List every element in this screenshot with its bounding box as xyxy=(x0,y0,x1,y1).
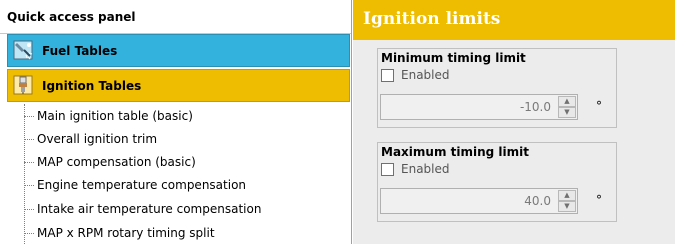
tree-item-engine-temp-compensation[interactable]: Engine temperature compensation xyxy=(24,174,344,196)
tree-connector xyxy=(24,185,34,186)
spin-up-button[interactable]: ▲ xyxy=(558,96,576,107)
tree-item-map-rpm-rotary-timing-split[interactable]: MAP x RPM rotary timing split xyxy=(24,222,344,244)
spinbox-buttons: ▲ ▼ xyxy=(558,96,576,118)
tree-item-map-compensation[interactable]: MAP compensation (basic) xyxy=(24,151,344,173)
tree-connector xyxy=(24,139,34,140)
fuel-injector-icon xyxy=(12,39,34,61)
category-label: Ignition Tables xyxy=(42,79,142,93)
spin-down-button[interactable]: ▼ xyxy=(558,107,576,118)
minimum-timing-spinbox[interactable]: -10.0 ▲ ▼ xyxy=(380,94,578,120)
spin-down-button[interactable]: ▼ xyxy=(558,201,576,212)
degree-unit-label: ° xyxy=(596,193,602,207)
tree-item-label: Intake air temperature compensation xyxy=(37,202,262,216)
group-title: Maximum timing limit xyxy=(381,145,529,159)
spinbox-buttons: ▲ ▼ xyxy=(558,190,576,212)
tree-item-label: Engine temperature compensation xyxy=(37,178,247,192)
tree-item-label: MAP x RPM rotary timing split xyxy=(37,226,215,240)
quick-access-panel: Quick access panel Fuel Tables Ignition xyxy=(0,0,352,244)
tree-connector xyxy=(24,209,34,210)
tree-item-label: Main ignition table (basic) xyxy=(37,109,193,123)
tree-item-label: MAP compensation (basic) xyxy=(37,155,196,169)
enabled-checkbox[interactable] xyxy=(381,69,394,82)
tree-item-main-ignition-table[interactable]: Main ignition table (basic) xyxy=(24,105,344,127)
group-title: Minimum timing limit xyxy=(381,51,526,65)
checkbox-label: Enabled xyxy=(401,68,450,82)
spin-up-button[interactable]: ▲ xyxy=(558,190,576,201)
category-label: Fuel Tables xyxy=(42,44,118,58)
panel-header: Quick access panel xyxy=(0,0,351,34)
tree-connector xyxy=(24,233,34,234)
degree-unit-label: ° xyxy=(596,99,602,113)
panel-title: Quick access panel xyxy=(7,10,136,24)
minimum-timing-limit-group: Minimum timing limit Enabled -10.0 ▲ ▼ ° xyxy=(377,48,617,128)
checkbox-label: Enabled xyxy=(401,162,450,176)
spinbox-value: -10.0 xyxy=(519,100,551,114)
ignition-limits-pane: Ignition limits Minimum timing limit Ena… xyxy=(353,0,675,244)
pane-header: Ignition limits xyxy=(353,0,675,40)
tree-item-label: Overall ignition trim xyxy=(37,132,158,146)
spark-plug-icon xyxy=(12,74,34,96)
category-fuel-tables[interactable]: Fuel Tables xyxy=(7,34,350,67)
tree-item-overall-ignition-trim[interactable]: Overall ignition trim xyxy=(24,128,344,150)
tree-connector xyxy=(24,116,34,117)
enabled-checkbox[interactable] xyxy=(381,163,394,176)
maximum-timing-spinbox[interactable]: 40.0 ▲ ▼ xyxy=(380,188,578,214)
category-ignition-tables[interactable]: Ignition Tables xyxy=(7,69,350,102)
tree-item-intake-air-temp-compensation[interactable]: Intake air temperature compensation xyxy=(24,198,344,220)
maximum-timing-limit-group: Maximum timing limit Enabled 40.0 ▲ ▼ ° xyxy=(377,142,617,222)
spinbox-value: 40.0 xyxy=(524,194,551,208)
tree-connector xyxy=(24,162,34,163)
pane-title: Ignition limits xyxy=(363,9,501,29)
